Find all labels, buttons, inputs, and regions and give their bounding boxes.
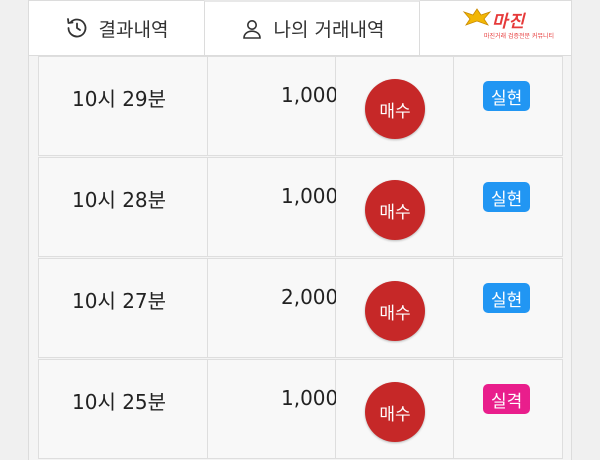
table-row: 10시 28분 1,000 매수 실현 <box>38 157 563 257</box>
trade-time: 10시 27분 <box>72 289 167 313</box>
watermark-logo: 마진 마진거래 검증전문 커뮤니티 <box>462 6 572 44</box>
user-icon <box>240 17 264 41</box>
trade-time: 10시 28분 <box>72 188 167 212</box>
buy-button[interactable]: 매수 <box>365 382 425 442</box>
tab-results[interactable]: 결과내역 <box>28 0 204 56</box>
history-icon <box>65 16 89 40</box>
trade-amount: 2,000 <box>281 285 339 309</box>
buy-button[interactable]: 매수 <box>365 180 425 240</box>
tab-results-label: 결과내역 <box>98 18 169 41</box>
tab-my-trades[interactable]: 나의 거래내역 <box>204 0 420 56</box>
trade-history-table: 10시 29분 1,000 매수 실현 10시 28분 1,000 매수 실현 … <box>28 56 572 460</box>
watermark-tagline: 마진거래 검증전문 커뮤니티 <box>484 33 555 40</box>
trade-time: 10시 25분 <box>72 390 167 414</box>
result-badge: 실격 <box>483 384 531 414</box>
buy-button[interactable]: 매수 <box>365 79 425 139</box>
result-badge: 실현 <box>483 182 531 212</box>
tab-my-trades-label: 나의 거래내역 <box>273 19 385 41</box>
result-badge: 실현 <box>483 81 531 111</box>
eagle-emblem-icon <box>462 8 492 26</box>
table-row: 10시 27분 2,000 매수 실현 <box>38 258 563 358</box>
table-row: 10시 29분 1,000 매수 실현 <box>38 56 563 156</box>
table-row: 10시 25분 1,000 매수 실격 <box>38 359 563 459</box>
buy-button[interactable]: 매수 <box>365 281 425 341</box>
result-badge: 실현 <box>483 283 531 313</box>
trade-amount: 1,000 <box>281 83 339 107</box>
trade-time: 10시 29분 <box>72 87 167 111</box>
trade-amount: 1,000 <box>281 184 339 208</box>
tab-bar: 결과내역 나의 거래내역 마진 마진거래 검증전문 커뮤니티 <box>0 0 600 56</box>
trade-amount: 1,000 <box>281 386 339 410</box>
watermark-brand: 마진 <box>492 12 526 32</box>
